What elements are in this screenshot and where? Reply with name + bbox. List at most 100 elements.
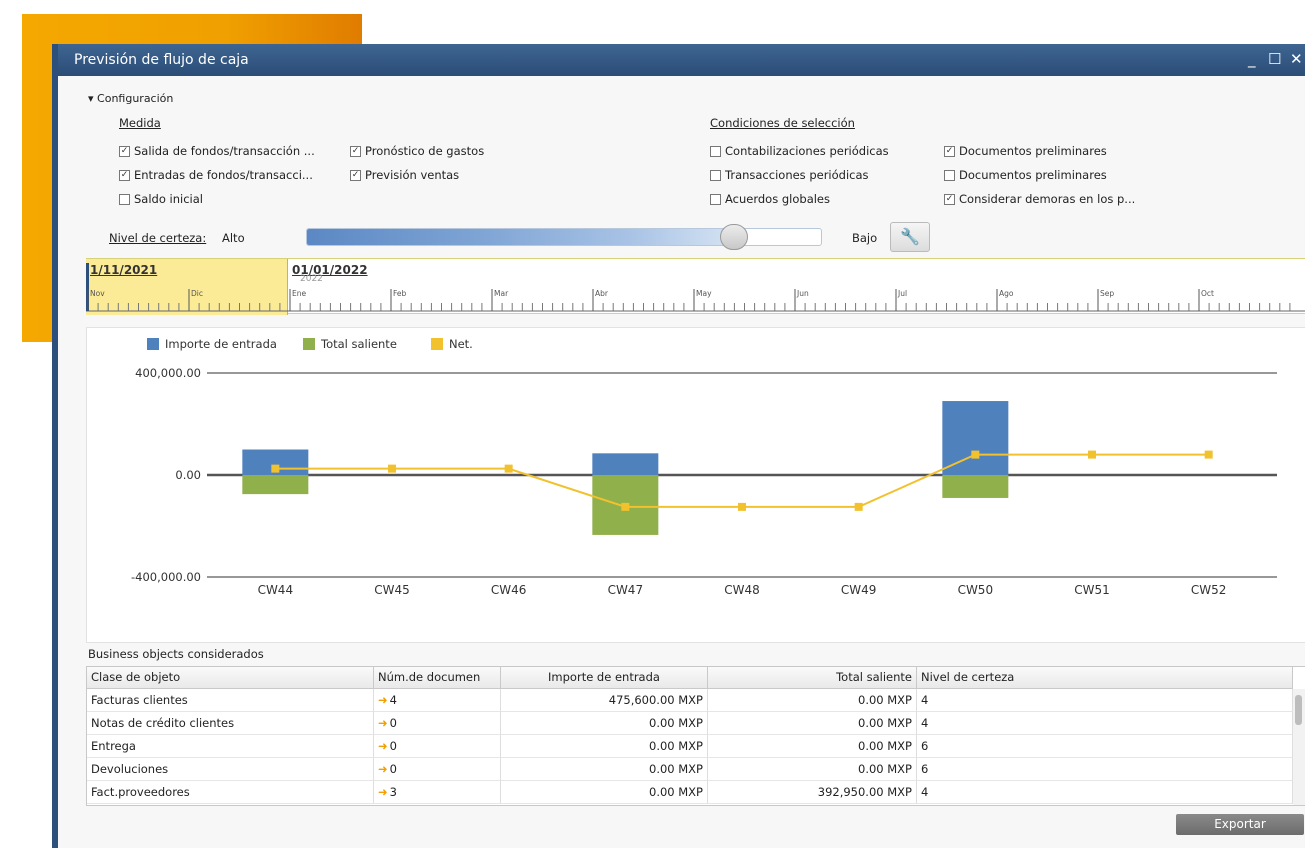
timeline-bar[interactable]: Nov Dic Ene Feb Mar Abr May Jun Jul Ago Sep Oct 1/1… [86,258,1305,315]
settings-button[interactable]: 🔧 [890,222,930,252]
checkbox-unchecked-icon[interactable] [710,193,721,205]
cash-flow-chart: Importe de entrada Total saliente Net. 400,… [86,327,1305,643]
column-header[interactable]: Total saliente [708,667,917,689]
column-header[interactable]: Núm.de documen [374,667,501,689]
link-arrow-icon[interactable]: ➜ [378,693,388,707]
measure-checkbox[interactable]: ✓ Pronóstico de gastos [350,144,484,158]
net-point [1204,450,1213,459]
table-cell: 0.00 MXP [708,758,917,781]
timeline-month-label: Sep [1100,289,1114,298]
table-cell: Notas de crédito clientes [87,712,374,735]
bar [592,453,659,475]
table-cell: ➜ 0 [374,758,501,781]
timeline-month-label: Ago [999,289,1014,298]
cell-value: 0 [389,716,397,730]
bar [242,475,309,495]
cell-value: Notas de crédito clientes [91,716,235,730]
measure-checkbox[interactable]: ✓ Previsión ventas [350,168,459,182]
table-cell: 4 [917,689,1293,712]
window-title: Previsión de flujo de caja [74,52,249,68]
table-cell: Fact.proveedores [87,781,374,804]
business-objects-table: Clase de objeto Núm.de documen Importe de … [86,666,1305,806]
checkbox-checked-icon[interactable]: ✓ [944,145,955,157]
wrench-icon: 🔧 [900,227,920,246]
table-cell: 475,600.00 MXP [501,689,708,712]
minimize-button[interactable]: _ [1248,50,1256,68]
measure-checkbox[interactable]: Saldo inicial [119,192,203,206]
condition-checkbox[interactable]: ✓ Considerar demoras en los p... [944,192,1135,206]
timeline-month-label: May [696,289,712,298]
table-cell: 392,950.00 MXP [708,781,917,804]
condition-label: Documentos preliminares [959,144,1107,158]
column-header[interactable]: Nivel de certeza [917,667,1293,689]
table-cell: Devoluciones [87,758,374,781]
measure-checkbox[interactable]: ✓ Entradas de fondos/transacci... [119,168,313,182]
checkbox-unchecked-icon[interactable] [710,145,721,157]
config-section-toggle[interactable]: ▾ Configuración [88,92,173,105]
checkbox-unchecked-icon[interactable] [944,169,955,181]
checkbox-checked-icon[interactable]: ✓ [350,145,361,157]
cell-value: 392,950.00 MXP [817,785,912,799]
y-tick-label: 400,000.00 [135,366,201,380]
legend-label: Importe de entrada [165,337,277,351]
cell-value: 0.00 MXP [858,716,912,730]
checkbox-unchecked-icon[interactable] [710,169,721,181]
certainty-high-label: Alto [222,231,245,245]
link-arrow-icon[interactable]: ➜ [378,762,388,776]
cell-value: Devoluciones [91,762,169,776]
checkbox-checked-icon[interactable]: ✓ [119,145,130,157]
table-scrollbar-thumb[interactable] [1295,695,1302,725]
cell-value: 6 [921,762,929,776]
table-scrollbar[interactable] [1293,689,1305,805]
cell-value: 4 [921,693,929,707]
table-cell: Entrega [87,735,374,758]
link-arrow-icon[interactable]: ➜ [378,739,388,753]
checkbox-unchecked-icon[interactable] [119,193,130,205]
certainty-slider-handle[interactable] [720,224,749,250]
column-header[interactable]: Clase de objeto [87,667,374,689]
condition-label: Contabilizaciones periódicas [725,144,889,158]
legend-swatch [147,338,159,350]
column-header[interactable]: Importe de entrada [501,667,708,689]
condition-checkbox[interactable]: Contabilizaciones periódicas [710,144,889,158]
cell-value: 475,600.00 MXP [608,693,703,707]
cell-value: 4 [921,716,929,730]
measure-checkbox[interactable]: ✓ Salida de fondos/transacción ... [119,144,315,158]
legend-swatch [303,338,315,350]
net-line [275,453,1209,508]
net-point [738,502,746,511]
config-section-label: Configuración [97,92,174,105]
cell-value: 0 [389,739,397,753]
timeline-scale: Nov Dic Ene Feb Mar Abr May Jun Jul Ago Sep Oct [86,263,1305,312]
export-button[interactable]: Exportar [1176,814,1304,835]
net-point [1088,450,1096,459]
y-tick-label: -400,000.00 [131,570,201,584]
measure-heading: Medida [119,116,161,130]
net-point [388,464,396,473]
table-cell: 0.00 MXP [501,758,708,781]
link-arrow-icon[interactable]: ➜ [378,716,388,730]
cell-value: 0.00 MXP [858,693,912,707]
legend-swatch [431,338,443,350]
condition-checkbox[interactable]: Transacciones periódicas [710,168,869,182]
table-cell: 0.00 MXP [501,781,708,804]
condition-checkbox[interactable]: Documentos preliminares [944,168,1107,182]
table-cell: ➜ 4 [374,689,501,712]
maximize-button[interactable]: ☐ [1268,50,1281,68]
cell-value: Facturas clientes [91,693,188,707]
condition-checkbox[interactable]: Acuerdos globales [710,192,830,206]
x-tick-label: CW51 [1074,583,1110,597]
condition-checkbox[interactable]: ✓ Documentos preliminares [944,144,1107,158]
table-cell: 0.00 MXP [501,712,708,735]
checkbox-checked-icon[interactable]: ✓ [944,193,955,205]
checkbox-checked-icon[interactable]: ✓ [350,169,361,181]
net-point [854,502,863,511]
checkbox-checked-icon[interactable]: ✓ [119,169,130,181]
timeline-start-date: 1/11/2021 [90,263,158,277]
cell-value: 0.00 MXP [858,762,912,776]
cash-flow-window: Previsión de flujo de caja _ ☐ ✕ ▾ Confi… [52,44,1305,848]
close-button[interactable]: ✕ [1290,50,1303,68]
link-arrow-icon[interactable]: ➜ [378,785,388,799]
selection-conditions-heading: Condiciones de selección [710,116,855,130]
x-tick-label: CW48 [724,583,760,597]
